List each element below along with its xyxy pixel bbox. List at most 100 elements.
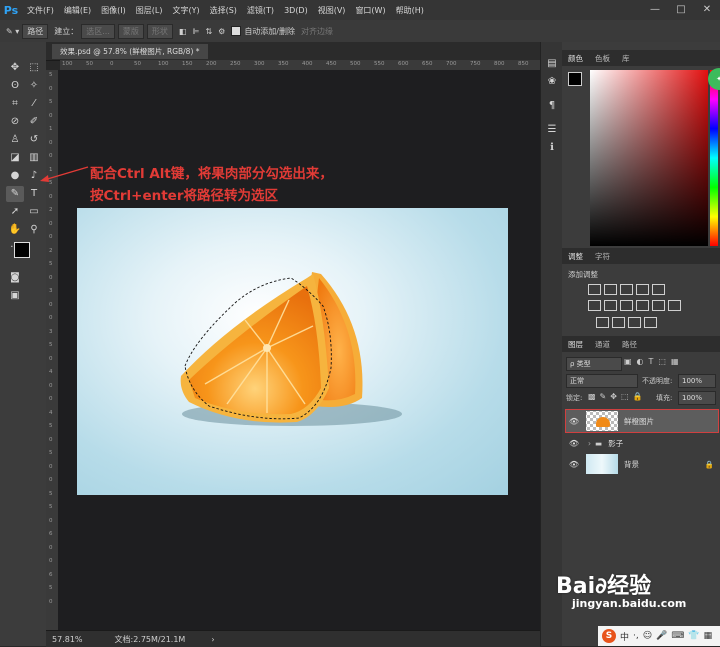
tab-swatches[interactable]: 色板	[589, 53, 616, 64]
eyedropper-tool-icon[interactable]: ⁄	[25, 96, 43, 112]
tab-color[interactable]: 颜色	[562, 53, 589, 64]
threshold-icon[interactable]	[628, 317, 641, 328]
gear-icon[interactable]: ⚙	[218, 27, 225, 36]
menu-view[interactable]: 视图(V)	[313, 5, 351, 16]
color-lookup-icon[interactable]	[668, 300, 681, 311]
zoom-level[interactable]: 57.81%	[52, 635, 83, 644]
selection-button[interactable]: 选区...	[81, 23, 115, 39]
menu-3d[interactable]: 3D(D)	[279, 6, 313, 15]
maximize-button[interactable]: □	[668, 0, 694, 20]
menu-help[interactable]: 帮助(H)	[391, 5, 429, 16]
lock-icon[interactable]: 🔒	[705, 460, 714, 469]
pen-tool-preset-icon[interactable]: ✎ ▾	[6, 27, 19, 36]
eraser-tool-icon[interactable]: ◪	[6, 150, 24, 166]
crop-tool-icon[interactable]: ⌗	[6, 96, 24, 112]
pen-mode-select[interactable]: 路径	[22, 23, 49, 39]
status-expand-icon[interactable]: ›	[211, 635, 214, 644]
gradient-map-icon[interactable]	[644, 317, 657, 328]
color-foreground-swatch[interactable]	[568, 72, 582, 86]
ime-mic-icon[interactable]: 🎤	[656, 631, 667, 641]
blend-mode-select[interactable]: 正常	[566, 374, 638, 388]
brush-tool-icon[interactable]: ✐	[25, 114, 43, 130]
orange-image[interactable]	[77, 208, 508, 495]
rectangle-tool-icon[interactable]: ▭	[25, 204, 43, 220]
channel-mixer-icon[interactable]	[652, 300, 665, 311]
tab-libraries[interactable]: 库	[616, 53, 636, 64]
healing-brush-tool-icon[interactable]: ⊘	[6, 114, 24, 130]
path-selection-tool-icon[interactable]: ➚	[6, 204, 24, 220]
clone-stamp-tool-icon[interactable]: ♙	[6, 132, 24, 148]
hue-slider[interactable]	[710, 70, 718, 246]
minimize-button[interactable]: —	[642, 0, 668, 20]
ime-language[interactable]: 中	[620, 630, 629, 643]
menu-layer[interactable]: 图层(L)	[131, 5, 168, 16]
layer-filter-select[interactable]: ρ 类型	[566, 357, 622, 371]
foreground-color-swatch[interactable]	[14, 242, 30, 258]
path-alignment-icon[interactable]: ⊫	[192, 27, 199, 36]
tab-adjustments[interactable]: 调整	[562, 251, 589, 262]
align-edges-checkbox[interactable]: 对齐边缘	[301, 26, 333, 37]
layer-row-shadow[interactable]: 👁 › ▬ 影子	[566, 432, 718, 454]
ime-punctuation-icon[interactable]: ·,	[633, 631, 639, 641]
path-operations-icon[interactable]: ◧	[179, 27, 187, 36]
layer-filter-icons[interactable]: ▣◐T⬚▦	[624, 357, 684, 366]
history-panel-icon[interactable]: ▤	[543, 56, 561, 72]
menu-select[interactable]: 选择(S)	[205, 5, 242, 16]
brightness-icon[interactable]	[588, 284, 601, 295]
ime-emoji-icon[interactable]: ☺	[643, 631, 652, 641]
tab-layers[interactable]: 图层	[562, 339, 589, 350]
tab-character[interactable]: 字符	[589, 251, 616, 262]
history-brush-tool-icon[interactable]: ↺	[25, 132, 43, 148]
auto-add-delete-checkbox[interactable]: 自动添加/删除	[231, 26, 295, 37]
screen-mode-icon[interactable]: ▣	[6, 288, 24, 304]
menu-image[interactable]: 图像(I)	[96, 5, 131, 16]
marquee-tool-icon[interactable]: ⬚	[25, 60, 43, 76]
blur-tool-icon[interactable]: ●	[6, 168, 24, 184]
posterize-icon[interactable]	[612, 317, 625, 328]
layer-row-orange[interactable]: 👁 鲜橙图片	[565, 409, 719, 433]
black-white-icon[interactable]	[620, 300, 633, 311]
menu-filter[interactable]: 滤镜(T)	[242, 5, 279, 16]
hand-tool-icon[interactable]: ✋	[6, 222, 24, 238]
invert-icon[interactable]	[596, 317, 609, 328]
lock-icons[interactable]: ▩✎✥⬚🔒	[588, 392, 646, 401]
close-button[interactable]: ✕	[694, 0, 720, 20]
exposure-icon[interactable]	[636, 284, 649, 295]
photo-filter-icon[interactable]	[636, 300, 649, 311]
chevron-right-icon[interactable]: ›	[588, 439, 591, 448]
magic-wand-tool-icon[interactable]: ✧	[25, 78, 43, 94]
mask-button[interactable]: 蒙版	[117, 23, 144, 39]
menu-file[interactable]: 文件(F)	[22, 5, 59, 16]
menu-edit[interactable]: 编辑(E)	[59, 5, 96, 16]
path-arrangement-icon[interactable]: ⇅	[205, 27, 212, 36]
brush-presets-icon[interactable]: ❀	[543, 74, 561, 90]
opacity-input[interactable]: 100%	[678, 374, 716, 388]
shape-button[interactable]: 形状	[146, 23, 173, 39]
color-picker-field[interactable]	[590, 70, 708, 246]
ime-skin-icon[interactable]: 👕	[688, 631, 699, 641]
color-balance-icon[interactable]	[604, 300, 617, 311]
lasso-tool-icon[interactable]: ʘ	[6, 78, 24, 94]
ime-tools-icon[interactable]: ▦	[704, 631, 713, 641]
eye-icon[interactable]: 👁	[566, 460, 582, 469]
sogou-ime-icon[interactable]: S	[602, 629, 616, 643]
layer-row-background[interactable]: 👁 背景 🔒	[566, 453, 718, 475]
quick-mask-icon[interactable]: ◙	[6, 270, 24, 286]
menu-type[interactable]: 文字(Y)	[167, 5, 204, 16]
fill-input[interactable]: 100%	[678, 391, 716, 405]
ime-keyboard-icon[interactable]: ⌨	[671, 631, 684, 641]
properties-panel-icon[interactable]: ☰	[543, 122, 561, 138]
levels-icon[interactable]	[604, 284, 617, 295]
hue-saturation-icon[interactable]	[588, 300, 601, 311]
eye-icon[interactable]: 👁	[566, 417, 582, 426]
pen-tool-icon[interactable]: ✎	[6, 186, 24, 202]
eye-icon[interactable]: 👁	[566, 439, 582, 448]
menu-window[interactable]: 窗口(W)	[350, 5, 390, 16]
zoom-tool-icon[interactable]: ⚲	[25, 222, 43, 238]
tab-channels[interactable]: 通道	[589, 339, 616, 350]
tab-paths[interactable]: 路径	[616, 339, 643, 350]
move-tool-icon[interactable]: ✥	[6, 60, 24, 76]
curves-icon[interactable]	[620, 284, 633, 295]
paragraph-panel-icon[interactable]: ¶	[543, 98, 561, 114]
info-panel-icon[interactable]: ℹ	[543, 140, 561, 156]
